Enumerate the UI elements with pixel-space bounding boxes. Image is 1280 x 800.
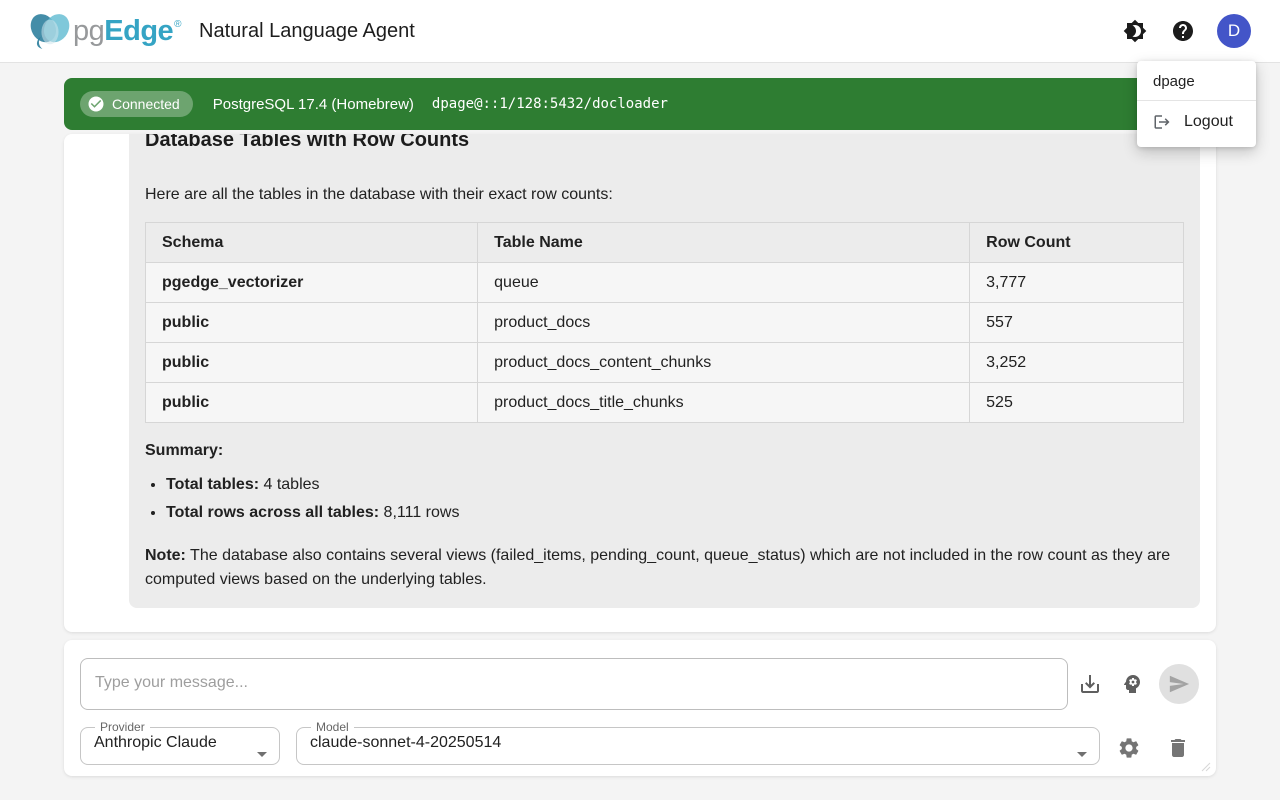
server-version-label: PostgreSQL 17.4 (Homebrew): [213, 96, 414, 113]
check-circle-icon: [87, 95, 105, 113]
list-item: Total tables: 4 tables: [166, 473, 1184, 497]
cell-table-name: product_docs_title_chunks: [478, 383, 970, 423]
pgedge-logo: pgEdge®: [29, 12, 181, 50]
help-button[interactable]: [1163, 11, 1203, 51]
table-row: public product_docs_title_chunks 525: [146, 383, 1184, 423]
chat-message-panel: Database Tables with Row Counts Here are…: [64, 134, 1216, 632]
composer-panel: Provider Anthropic Claude Model claude-s…: [64, 640, 1216, 776]
menu-username: dpage: [1137, 69, 1256, 100]
logout-menu-item[interactable]: Logout: [1137, 105, 1256, 139]
connection-status-bar: Connected PostgreSQL 17.4 (Homebrew) dpa…: [64, 78, 1216, 130]
registered-mark: ®: [174, 19, 181, 30]
thinking-mode-button[interactable]: [1112, 664, 1152, 704]
chevron-down-icon: [1077, 752, 1087, 757]
chevron-down-icon: [257, 752, 267, 757]
connected-badge: Connected: [80, 91, 193, 117]
table-row: public product_docs 557: [146, 303, 1184, 343]
provider-label: Provider: [95, 721, 150, 733]
header-actions: D: [1115, 11, 1251, 51]
cell-row-count: 525: [970, 383, 1184, 423]
logout-icon: [1153, 113, 1171, 131]
cell-table-name: queue: [478, 263, 970, 303]
table-header-row: Schema Table Name Row Count: [146, 223, 1184, 263]
menu-divider: [1137, 100, 1256, 101]
logout-label: Logout: [1184, 113, 1233, 131]
cell-schema: pgedge_vectorizer: [146, 263, 478, 303]
cell-schema: public: [146, 343, 478, 383]
cell-row-count: 3,252: [970, 343, 1184, 383]
help-icon: [1171, 19, 1195, 43]
clear-chat-button[interactable]: [1158, 728, 1198, 768]
message-intro: Here are all the tables in the database …: [145, 183, 1184, 207]
list-item: Total rows across all tables: 8,111 rows: [166, 501, 1184, 525]
col-header-row-count: Row Count: [970, 223, 1184, 263]
brightness-icon: [1123, 19, 1147, 43]
cell-table-name: product_docs: [478, 303, 970, 343]
message-heading: Database Tables with Row Counts: [145, 134, 1184, 154]
summary-heading: Summary:: [145, 442, 1184, 460]
download-icon: [1078, 672, 1102, 696]
connection-dsn: dpage@::1/128:5432/docloader: [432, 96, 668, 112]
message-input[interactable]: [80, 658, 1068, 710]
send-button[interactable]: [1159, 664, 1199, 704]
connected-label: Connected: [112, 96, 180, 112]
send-icon: [1168, 673, 1190, 695]
model-label: Model: [311, 721, 354, 733]
table-row: public product_docs_content_chunks 3,252: [146, 343, 1184, 383]
model-value: claude-sonnet-4-20250514: [310, 734, 1099, 752]
pgedge-logo-mark: [29, 12, 71, 50]
cell-table-name: product_docs_content_chunks: [478, 343, 970, 383]
cell-schema: public: [146, 383, 478, 423]
cell-schema: public: [146, 303, 478, 343]
page-title: Natural Language Agent: [199, 20, 415, 43]
settings-button[interactable]: [1109, 728, 1149, 768]
col-header-schema: Schema: [146, 223, 478, 263]
summary-list: Total tables: 4 tables Total rows across…: [145, 473, 1184, 525]
download-chat-button[interactable]: [1070, 664, 1110, 704]
table-row: pgedge_vectorizer queue 3,777: [146, 263, 1184, 303]
provider-value: Anthropic Claude: [94, 734, 279, 752]
cell-row-count: 3,777: [970, 263, 1184, 303]
gear-icon: [1117, 736, 1141, 760]
model-select[interactable]: Model claude-sonnet-4-20250514: [296, 721, 1100, 765]
avatar[interactable]: D: [1217, 14, 1251, 48]
user-dropdown-menu: dpage Logout: [1137, 61, 1256, 147]
row-counts-table: Schema Table Name Row Count pgedge_vecto…: [145, 222, 1184, 423]
trash-icon: [1166, 736, 1190, 760]
theme-toggle-button[interactable]: [1115, 11, 1155, 51]
assistant-message-bubble: Database Tables with Row Counts Here are…: [129, 134, 1200, 608]
app-header: pgEdge® Natural Language Agent D: [0, 0, 1280, 63]
col-header-table-name: Table Name: [478, 223, 970, 263]
resize-grip[interactable]: [1201, 762, 1211, 772]
cell-row-count: 557: [970, 303, 1184, 343]
psychology-icon: [1120, 672, 1144, 696]
logo-text: pgEdge®: [73, 17, 181, 46]
message-note: Note: The database also contains several…: [145, 544, 1184, 592]
provider-select[interactable]: Provider Anthropic Claude: [80, 721, 280, 765]
